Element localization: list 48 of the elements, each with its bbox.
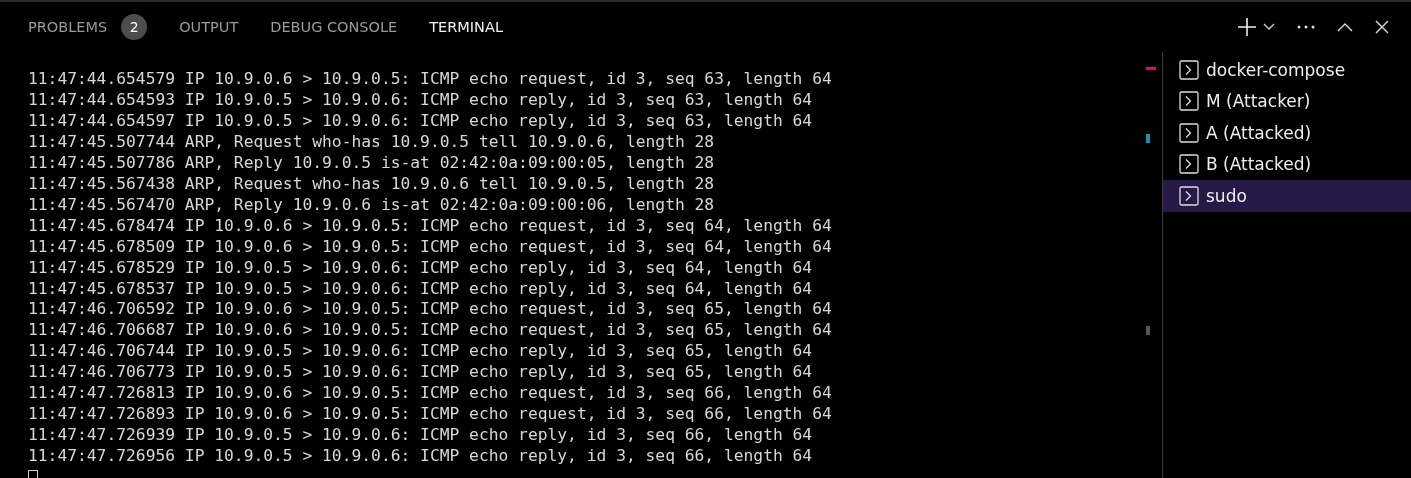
panel-tab[interactable]: TERMINAL	[429, 2, 503, 52]
terminal-line: 11:47:45.567470 ARP, Reply 10.9.0.6 is-at 02:42:0a:09:00:06, length 28	[28, 194, 716, 216]
terminal-item[interactable]: B (Attacked)	[1163, 148, 1411, 180]
ruler-mark	[1146, 67, 1156, 70]
panel-tab[interactable]: PROBLEMS 2	[28, 2, 148, 52]
terminal-line: 11:47:44.654597 IP 10.9.0.5 > 10.9.0.6: ICMP echo reply, id 3, seq 63, length 64	[28, 110, 814, 132]
terminal-line: 11:47:46.706687 IP 10.9.0.6 > 10.9.0.5: ICMP echo request, id 3, seq 65, length 64	[28, 320, 833, 342]
terminal-line: 11:47:45.678529 IP 10.9.0.5 > 10.9.0.6: ICMP echo reply, id 3, seq 64, length 64	[28, 257, 814, 279]
panel-tab[interactable]: DEBUG CONSOLE	[270, 2, 398, 52]
ruler-mark	[1146, 326, 1150, 335]
terminal-item[interactable]: sudo	[1163, 180, 1411, 212]
more-icon[interactable]	[1297, 25, 1315, 29]
terminal-line: 11:47:45.507744 ARP, Request who-has 10.9.0.5 tell 10.9.0.6, length 28	[28, 131, 716, 153]
count-badge: 2	[121, 13, 148, 40]
terminal-name: B (Attacked)	[1206, 154, 1312, 175]
plus-icon	[1237, 17, 1257, 37]
terminal-icon	[1179, 91, 1199, 112]
terminal-icon	[1179, 122, 1199, 143]
terminal-line: 11:47:45.567438 ARP, Request who-has 10.9.0.6 tell 10.9.0.5, length 28	[28, 173, 716, 195]
terminal-item[interactable]: docker-compose	[1163, 54, 1411, 86]
chevron-up-icon[interactable]	[1337, 22, 1353, 32]
terminal-line: 11:47:45.678474 IP 10.9.0.6 > 10.9.0.5: ICMP echo request, id 3, seq 64, length 64	[28, 215, 833, 237]
terminal-line: 11:47:47.726813 IP 10.9.0.6 > 10.9.0.5: ICMP echo request, id 3, seq 66, length 64	[28, 383, 833, 405]
terminal-name: M (Attacker)	[1206, 91, 1311, 112]
terminal-name: A (Attacked)	[1206, 122, 1312, 143]
terminal-line: 11:47:47.726939 IP 10.9.0.5 > 10.9.0.6: ICMP echo reply, id 3, seq 66, length 64	[28, 425, 814, 447]
panel-tab[interactable]: OUTPUT	[179, 2, 239, 52]
terminal-line: 11:47:47.726956 IP 10.9.0.5 > 10.9.0.6: ICMP echo reply, id 3, seq 66, length 64	[28, 446, 814, 468]
ruler-mark	[1146, 134, 1150, 143]
terminal-line: 11:47:45.678509 IP 10.9.0.6 > 10.9.0.5: ICMP echo request, id 3, seq 64, length 64	[28, 236, 833, 258]
terminal-line: 11:47:46.706592 IP 10.9.0.6 > 10.9.0.5: ICMP echo request, id 3, seq 65, length 64	[28, 299, 833, 321]
terminal-line: 11:47:47.726893 IP 10.9.0.6 > 10.9.0.5: ICMP echo request, id 3, seq 66, length 64	[28, 404, 833, 426]
terminal-icon	[1179, 59, 1199, 80]
terminal-line: 11:47:45.507786 ARP, Reply 10.9.0.5 is-at 02:42:0a:09:00:05, length 28	[28, 152, 716, 174]
caret-icon	[1263, 23, 1275, 31]
close-icon[interactable]	[1375, 20, 1389, 34]
terminal-item[interactable]: A (Attacked)	[1163, 117, 1411, 149]
terminal-icon	[1179, 154, 1199, 175]
terminal-item[interactable]: M (Attacker)	[1163, 85, 1411, 117]
terminal-name: docker-compose	[1206, 59, 1346, 80]
terminal-line: 11:47:46.706744 IP 10.9.0.5 > 10.9.0.6: ICMP echo reply, id 3, seq 65, length 64	[28, 341, 814, 363]
terminal-line: 11:47:44.654579 IP 10.9.0.6 > 10.9.0.5: ICMP echo request, id 3, seq 63, length 64	[28, 69, 833, 90]
terminal-line: 11:47:44.654593 IP 10.9.0.5 > 10.9.0.6: ICMP echo reply, id 3, seq 63, length 64	[28, 89, 814, 111]
terminal-icon	[1179, 185, 1199, 206]
terminal-line: 11:47:45.678537 IP 10.9.0.5 > 10.9.0.6: ICMP echo reply, id 3, seq 64, length 64	[28, 278, 814, 300]
new-terminal-button[interactable]	[1237, 17, 1275, 37]
terminal-name: sudo	[1206, 185, 1247, 206]
terminal-line: 11:47:46.706773 IP 10.9.0.5 > 10.9.0.6: ICMP echo reply, id 3, seq 65, length 64	[28, 362, 814, 384]
